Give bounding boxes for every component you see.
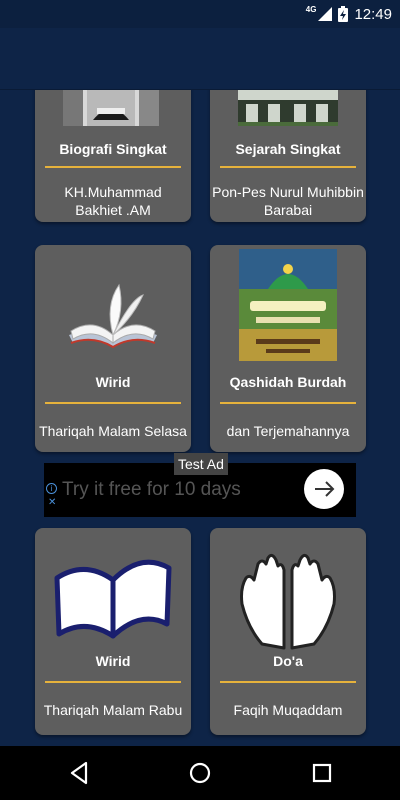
card-wirid-rabu[interactable]: Wirid Thariqah Malam Rabu [35,528,191,735]
signal-icon [318,7,333,21]
card-title: Wirid [95,653,131,669]
card-title: Wirid [95,374,131,390]
ad-arrow-button[interactable] [304,469,344,509]
ad-banner[interactable]: i ✕ Try it free for 10 days Test Ad [44,453,356,517]
card-qashidah-burdah[interactable]: Qashidah Burdah dan Terjemahannya [210,245,366,452]
home-icon[interactable] [187,760,213,786]
card-subtitle: dan Terjemahannya [226,423,350,439]
clock: 12:49 [354,5,392,23]
card-divider [220,402,356,404]
card-sejarah[interactable]: Sejarah Singkat Pon-Pes Nurul Muhibbin B… [210,90,366,222]
card-title: Biografi Singkat [59,141,167,157]
card-divider [45,402,181,404]
menu-grid[interactable]: Biografi Singkat KH.Muhammad Bakhiet .AM… [0,90,400,746]
burdah-cover-image [239,249,337,361]
person-photo [63,90,159,126]
network-type: 4G [305,4,317,14]
arrow-right-icon [315,481,335,497]
card-divider [220,681,356,683]
app-bar [0,28,400,90]
card-title: Do'a [273,653,303,669]
praying-hands-icon [240,553,336,650]
card-divider [220,166,356,168]
building-photo [238,90,338,126]
card-subtitle: Thariqah Malam Selasa [39,423,187,439]
card-subtitle: KH.Muhammad Bakhiet .AM [64,184,162,218]
card-divider [45,681,181,683]
battery-icon [338,6,349,22]
card-wirid-selasa[interactable]: Wirid Thariqah Malam Selasa [35,245,191,452]
card-subtitle: Thariqah Malam Rabu [43,702,183,718]
ad-close-icon[interactable]: ✕ [48,497,56,508]
test-ad-label: Test Ad [174,453,228,475]
card-subtitle: Pon-Pes Nurul Muhibbin Barabai [212,184,364,218]
ad-text: Try it free for 10 days [62,479,241,500]
card-divider [45,166,181,168]
navigation-bar [0,746,400,800]
card-doa[interactable]: Do'a Faqih Muqaddam [210,528,366,735]
card-title: Sejarah Singkat [235,141,341,157]
back-icon[interactable] [66,760,92,786]
card-biografi[interactable]: Biografi Singkat KH.Muhammad Bakhiet .AM [35,90,191,222]
ad-info-icon[interactable]: i [46,483,57,494]
card-title: Qashidah Burdah [229,374,347,390]
open-book-icon [69,283,157,349]
status-bar: 4G 12:49 [0,0,400,28]
open-book-outline-icon [54,559,172,639]
card-subtitle: Faqih Muqaddam [233,702,343,718]
recents-icon[interactable] [309,760,335,786]
